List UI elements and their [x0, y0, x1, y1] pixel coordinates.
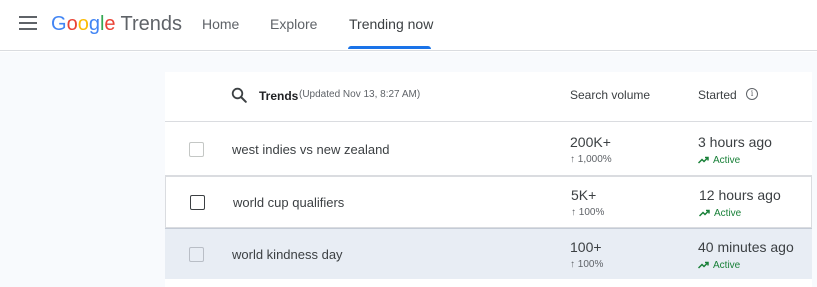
table-row[interactable]: west indies vs new zealand 200K+ ↑ 1,000… — [165, 124, 812, 176]
trending-up-icon — [697, 156, 709, 164]
status-label: Active — [713, 260, 741, 271]
status-badge: Active — [697, 260, 741, 271]
nav-tab-trending-now[interactable]: Trending now — [349, 15, 433, 33]
column-header-started[interactable]: Started — [698, 88, 737, 102]
logo-letter: o — [66, 13, 78, 35]
google-trends-logo[interactable]: Google Trends — [51, 11, 182, 37]
updated-timestamp: (Updated Nov 13, 8:27 AM) — [299, 89, 421, 100]
status-badge: Active — [698, 208, 742, 219]
logo-letter: g — [88, 13, 100, 35]
search-volume: 5K+ — [571, 187, 597, 203]
menu-icon[interactable] — [19, 16, 37, 32]
logo-product-name: Trends — [120, 13, 183, 35]
status-label: Active — [714, 208, 742, 219]
started-time: 3 hours ago — [698, 134, 772, 150]
content-background — [165, 52, 817, 72]
logo-letter: o — [77, 13, 89, 35]
nav-tab-home[interactable]: Home — [202, 15, 239, 33]
volume-change: ↑ 100% — [570, 259, 604, 270]
content-background — [812, 52, 817, 287]
left-panel — [0, 52, 165, 287]
logo-letter: G — [51, 13, 67, 35]
search-volume: 100+ — [570, 239, 602, 255]
table-row[interactable]: world kindness day 100+ ↑ 100% 40 minute… — [165, 228, 812, 279]
table-row[interactable]: world cup qualifiers 5K+ ↑ 100% 12 hours… — [165, 176, 812, 228]
volume-change: ↑ 100% — [571, 207, 605, 218]
top-app-bar: Google Trends Home Explore Trending now — [0, 0, 817, 51]
trends-table: Trends (Updated Nov 13, 8:27 AM) Search … — [165, 72, 812, 287]
column-header-search-volume[interactable]: Search volume — [570, 88, 650, 102]
trend-term[interactable]: world cup qualifiers — [233, 195, 344, 210]
trending-up-icon — [698, 209, 710, 217]
trend-term[interactable]: west indies vs new zealand — [232, 142, 390, 157]
nav-tab-explore[interactable]: Explore — [270, 15, 317, 33]
volume-change: ↑ 1,000% — [570, 154, 612, 165]
info-icon[interactable]: i — [746, 88, 758, 100]
row-checkbox[interactable] — [189, 247, 204, 262]
started-time: 12 hours ago — [699, 187, 781, 203]
status-badge: Active — [697, 155, 741, 166]
started-time: 40 minutes ago — [698, 239, 794, 255]
row-checkbox[interactable] — [189, 142, 204, 157]
trending-up-icon — [697, 261, 709, 269]
search-icon[interactable] — [231, 87, 247, 103]
logo-letter: e — [104, 13, 116, 35]
column-header-trends: Trends — [259, 89, 299, 103]
active-tab-indicator — [348, 46, 431, 49]
status-label: Active — [713, 155, 741, 166]
trend-term[interactable]: world kindness day — [232, 247, 343, 262]
table-header: Trends (Updated Nov 13, 8:27 AM) Search … — [165, 72, 812, 122]
row-checkbox[interactable] — [190, 195, 205, 210]
search-volume: 200K+ — [570, 134, 611, 150]
